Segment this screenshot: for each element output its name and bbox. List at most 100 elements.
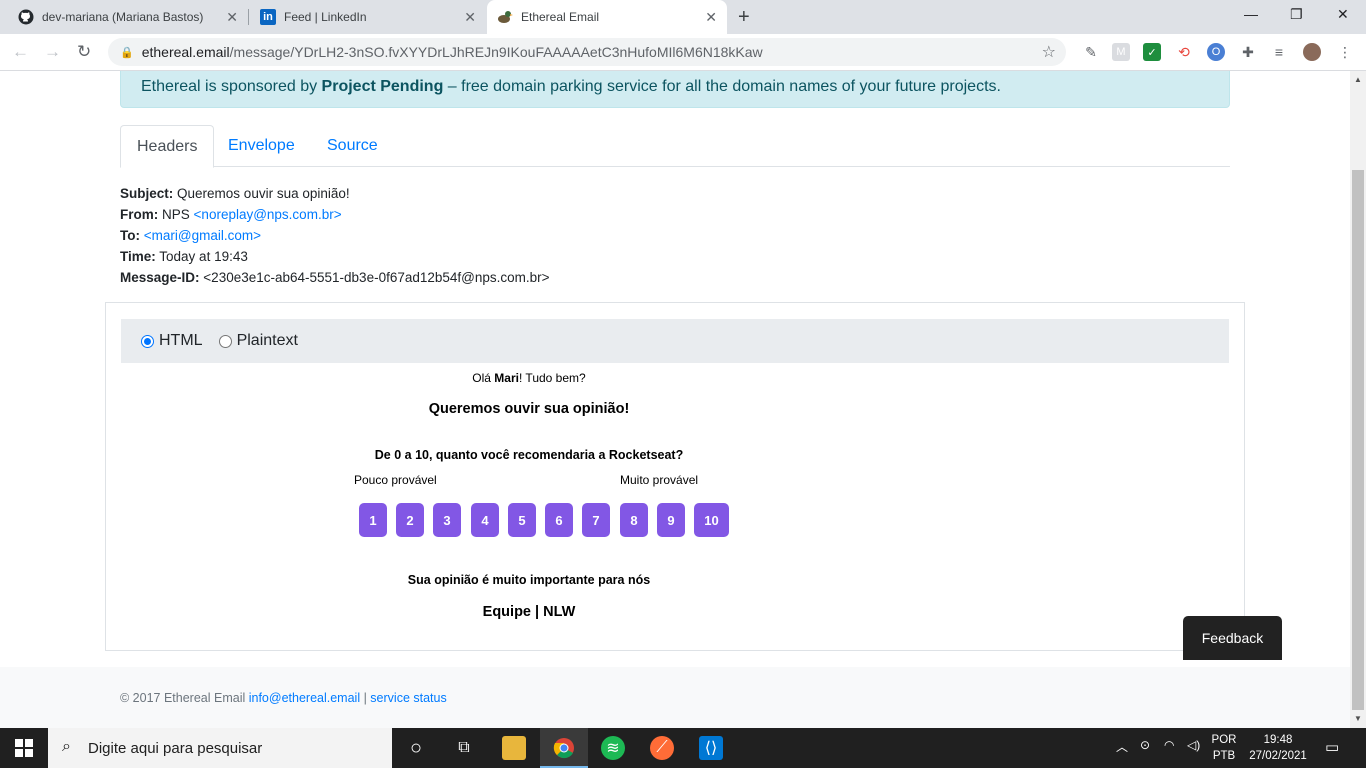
message-tabs: Headers Envelope Source	[120, 125, 1230, 168]
message-id-label: Message-ID:	[120, 270, 200, 285]
footer-status-link[interactable]: service status	[370, 691, 446, 705]
footer-email-link[interactable]: info@ethereal.email	[249, 691, 360, 705]
windows-start-icon[interactable]	[12, 736, 36, 760]
score-button-2[interactable]: 2	[396, 503, 424, 537]
task-view-icon[interactable]: ⧉	[452, 736, 476, 760]
bookmark-star-icon[interactable]: ☆	[1042, 42, 1056, 62]
eyedropper-extension-icon[interactable]: ✎	[1082, 43, 1100, 61]
new-tab-icon[interactable]: +	[738, 6, 750, 29]
back-icon[interactable]: ←	[12, 42, 29, 62]
page-viewport: Ethereal is sponsored by Project Pending…	[0, 71, 1350, 728]
close-icon[interactable]: ✕	[226, 9, 238, 26]
close-icon[interactable]: ✕	[705, 9, 717, 26]
tray-chevron-icon[interactable]: ︿	[1116, 738, 1128, 755]
header-from: From: NPS <noreplay@nps.com.br>	[120, 207, 342, 222]
language-indicator[interactable]: POR PTB	[1204, 732, 1244, 764]
url-host: ethereal.email	[141, 44, 230, 60]
tab-source[interactable]: Source	[311, 125, 394, 167]
github-icon	[18, 9, 34, 25]
plaintext-radio-label[interactable]: Plaintext	[237, 332, 298, 350]
minimize-icon[interactable]: —	[1244, 6, 1258, 22]
taskbar-search-input[interactable]: ⌕ Digite aqui para pesquisar	[48, 728, 392, 768]
volume-icon[interactable]: ◁)	[1187, 738, 1200, 752]
score-button-7[interactable]: 7	[582, 503, 610, 537]
from-name: NPS	[162, 207, 190, 222]
windows-taskbar: ⌕ Digite aqui para pesquisar ○ ⧉ ≋ ⟋ ⟨⟩ …	[0, 728, 1366, 768]
postman-icon[interactable]: ⟋	[650, 736, 674, 760]
footer-text: © 2017 Ethereal Email info@ethereal.emai…	[120, 691, 447, 705]
ethereal-icon	[497, 9, 513, 25]
scrollbar-thumb[interactable]	[1352, 170, 1364, 710]
feedback-button[interactable]: Feedback	[1183, 616, 1282, 660]
header-subject: Subject: Queremos ouvir sua opinião!	[120, 186, 350, 201]
tab-envelope[interactable]: Envelope	[212, 125, 311, 167]
score-button-10[interactable]: 10	[694, 503, 729, 537]
email-closing: Sua opinião é muito importante para nós	[407, 573, 651, 587]
puzzle-extensions-icon[interactable]: ✚	[1239, 43, 1257, 61]
close-icon[interactable]: ✕	[464, 9, 476, 26]
from-email-link[interactable]: <noreplay@nps.com.br>	[194, 207, 342, 222]
message-body-box: HTML Plaintext Olá Mari! Tudo bem? Quere…	[105, 302, 1245, 651]
footer-copyright: © 2017 Ethereal Email	[120, 691, 249, 705]
avatar[interactable]	[1303, 43, 1321, 61]
plaintext-radio[interactable]	[218, 334, 232, 348]
file-explorer-icon[interactable]	[502, 736, 526, 760]
score-button-6[interactable]: 6	[545, 503, 573, 537]
more-menu-icon[interactable]: ⋮	[1336, 43, 1354, 61]
tab-divider	[248, 9, 249, 25]
tab-headers[interactable]: Headers	[120, 125, 215, 168]
page-footer: © 2017 Ethereal Email info@ethereal.emai…	[0, 667, 1350, 728]
window-close-icon[interactable]: ✕	[1337, 6, 1349, 23]
email-signature: Equipe | NLW	[482, 604, 576, 620]
forward-icon[interactable]: →	[44, 42, 61, 62]
to-email-link[interactable]: <mari@gmail.com>	[144, 228, 261, 243]
greeting-suffix: ! Tudo bem?	[518, 371, 586, 385]
spotify-icon[interactable]: ≋	[601, 736, 625, 760]
wifi-icon[interactable]: ◠	[1164, 738, 1174, 752]
greeting-prefix: Olá	[472, 371, 495, 385]
html-radio[interactable]	[141, 334, 154, 348]
browser-tab-linkedin[interactable]: in Feed | LinkedIn ✕	[250, 0, 486, 34]
email-greeting: Olá Mari! Tudo bem?	[329, 371, 729, 385]
score-button-5[interactable]: 5	[508, 503, 536, 537]
restore-icon[interactable]: ❐	[1290, 6, 1303, 23]
browser-tab-title: Ethereal Email	[521, 10, 600, 24]
scroll-up-icon[interactable]: ▲	[1354, 75, 1362, 84]
checkbox-extension-icon[interactable]: ✓	[1143, 43, 1161, 61]
clock-date: 27/02/2021	[1249, 750, 1307, 762]
html-radio-label[interactable]: HTML	[159, 332, 203, 350]
cortana-icon[interactable]: ○	[404, 736, 428, 760]
reload-icon[interactable]: ↻	[77, 42, 91, 62]
search-icon: ⌕	[62, 738, 71, 755]
browser-tab-ethereal[interactable]: Ethereal Email ✕	[487, 0, 727, 34]
score-button-3[interactable]: 3	[433, 503, 461, 537]
share-extension-icon[interactable]: ⟲	[1175, 43, 1193, 61]
scroll-down-icon[interactable]: ▼	[1354, 714, 1362, 723]
sponsor-name[interactable]: Project Pending	[322, 78, 444, 95]
vscode-icon[interactable]: ⟨⟩	[699, 736, 723, 760]
score-button-4[interactable]: 4	[471, 503, 499, 537]
browser-toolbar: ← → ↻ 🔒 ethereal.email/message/YDrLH2-3n…	[0, 34, 1366, 71]
browser-tab-github[interactable]: dev-mariana (Mariana Bastos) ✕	[8, 0, 248, 34]
notifications-icon[interactable]: ▭	[1325, 738, 1339, 756]
taskbar-clock[interactable]: 19:48 27/02/2021	[1246, 732, 1310, 764]
media-control-icon[interactable]: ≡	[1270, 43, 1288, 61]
tray-device-icon[interactable]: ⊙	[1140, 738, 1150, 752]
chrome-icon[interactable]	[552, 736, 576, 760]
score-button-9[interactable]: 9	[657, 503, 685, 537]
subject-value: Queremos ouvir sua opinião!	[177, 186, 350, 201]
low-likelihood-label: Pouco provável	[354, 473, 437, 487]
lock-icon: 🔒	[120, 46, 134, 59]
sponsor-prefix: Ethereal is sponsored by	[141, 78, 322, 95]
to-label: To:	[120, 228, 140, 243]
header-message-id: Message-ID: <230e3e1c-ab64-5551-db3e-0f6…	[120, 270, 550, 285]
opera-extension-icon[interactable]: O	[1207, 43, 1225, 61]
address-bar[interactable]: 🔒 ethereal.email/message/YDrLH2-3nSO.fvX…	[108, 38, 1066, 66]
from-label: From:	[120, 207, 159, 222]
score-button-1[interactable]: 1	[359, 503, 387, 537]
time-value: Today at 19:43	[159, 249, 248, 264]
m-extension-icon[interactable]: M	[1112, 43, 1130, 61]
high-likelihood-label: Muito provável	[620, 473, 699, 487]
score-button-8[interactable]: 8	[620, 503, 648, 537]
lang-top: POR	[1211, 734, 1237, 746]
